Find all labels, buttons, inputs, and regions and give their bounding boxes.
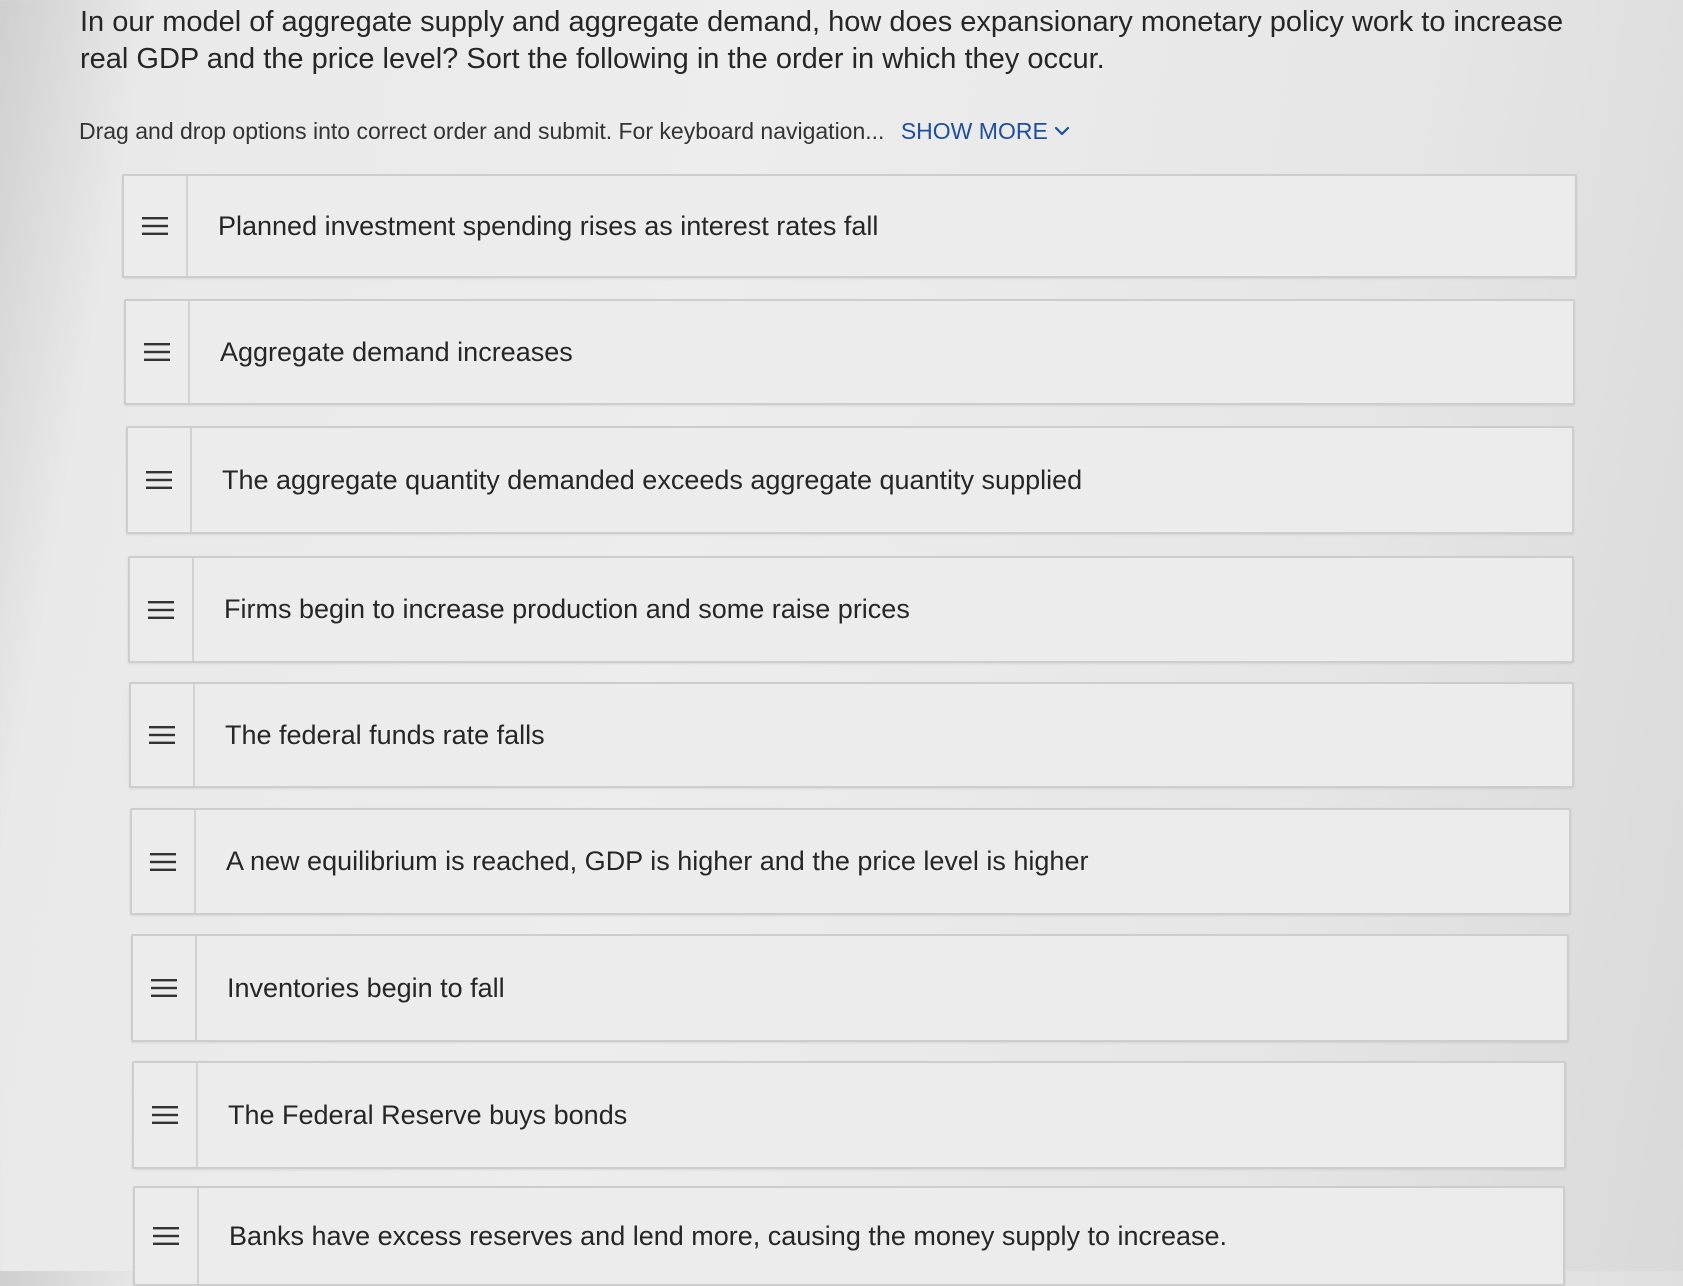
item-label: A new equilibrium is reached, GDP is hig… xyxy=(226,846,1089,876)
sortable-item[interactable]: Banks have excess reserves and lend more… xyxy=(133,1186,1565,1286)
sortable-item[interactable]: Planned investment spending rises as int… xyxy=(122,174,1577,278)
drag-handle-icon[interactable] xyxy=(135,1188,199,1284)
instructions-text: Drag and drop options into correct order… xyxy=(79,118,885,144)
drag-handle-icon[interactable] xyxy=(132,810,196,913)
item-label: The aggregate quantity demanded exceeds … xyxy=(222,464,1083,495)
question-text: In our model of aggregate supply and agg… xyxy=(80,6,1564,75)
show-more-button[interactable]: SHOW MORE xyxy=(901,116,1070,146)
sortable-item[interactable]: Aggregate demand increases xyxy=(124,299,1575,405)
instructions: Drag and drop options into correct order… xyxy=(79,116,1070,146)
drag-handle-icon[interactable] xyxy=(128,428,192,532)
drag-handle-icon[interactable] xyxy=(131,684,195,786)
item-label: The federal funds rate falls xyxy=(225,719,545,750)
drag-handle-icon[interactable] xyxy=(134,1063,198,1167)
page: In our model of aggregate supply and agg… xyxy=(0,0,1683,1286)
sortable-item[interactable]: Firms begin to increase production and s… xyxy=(128,556,1574,663)
sortable-item[interactable]: A new equilibrium is reached, GDP is hig… xyxy=(130,808,1571,915)
sortable-item[interactable]: Inventories begin to fall xyxy=(131,934,1569,1042)
sortable-item[interactable]: The federal funds rate falls xyxy=(129,682,1574,788)
drag-handle-icon[interactable] xyxy=(126,301,190,403)
item-label: Planned investment spending rises as int… xyxy=(218,210,879,241)
drag-handle-icon[interactable] xyxy=(130,558,194,661)
show-more-label: SHOW MORE xyxy=(900,118,1048,144)
chevron-down-icon xyxy=(1054,126,1069,136)
drag-handle-icon[interactable] xyxy=(133,936,197,1040)
sortable-item[interactable]: The Federal Reserve buys bonds xyxy=(132,1061,1566,1169)
item-label: The Federal Reserve buys bonds xyxy=(228,1099,628,1130)
item-label: Inventories begin to fall xyxy=(227,972,505,1003)
drag-handle-icon[interactable] xyxy=(124,176,188,276)
item-label: Firms begin to increase production and s… xyxy=(224,594,910,624)
item-label: Banks have excess reserves and lend more… xyxy=(229,1220,1228,1251)
sortable-item[interactable]: The aggregate quantity demanded exceeds … xyxy=(126,426,1574,534)
item-label: Aggregate demand increases xyxy=(220,336,573,367)
